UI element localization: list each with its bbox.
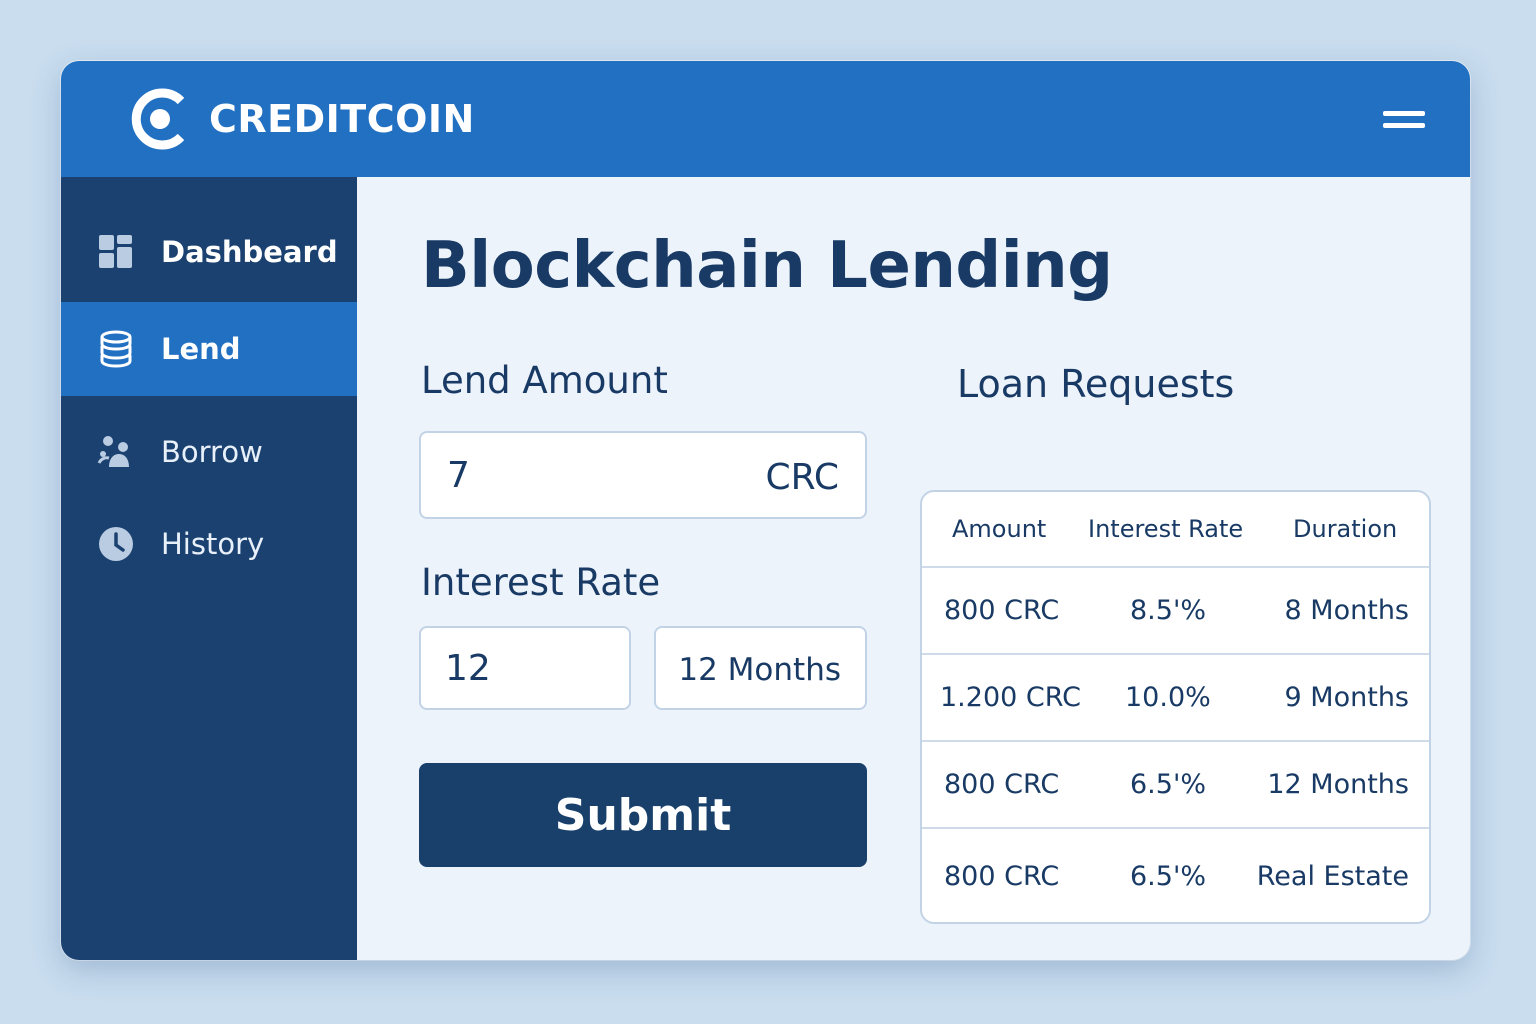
sidebar-item-label: History (161, 527, 265, 561)
sidebar-item-label: Lend (161, 332, 241, 366)
cell-interest-rate: 8.5'% (1130, 595, 1207, 626)
cell-amount: 1.200 CRC (940, 682, 1081, 713)
interest-rate-label: Interest Rate (421, 561, 661, 604)
lend-amount-value: 7 (447, 455, 470, 496)
cell-amount: 800 CRC (944, 861, 1060, 892)
main-content: Blockchain Lending Lend Amount 7 CRC Int… (357, 177, 1470, 960)
table-row[interactable]: 800 CRC 6.5'% Real Estate (922, 829, 1429, 922)
table-row[interactable]: 1.200 CRC 10.0% 9 Months (922, 655, 1429, 742)
page-title: Blockchain Lending (421, 229, 1113, 303)
interest-rate-value: 12 (445, 648, 491, 689)
column-header-interest-rate: Interest Rate (1088, 515, 1244, 543)
coin-stack-icon (100, 330, 132, 368)
top-header: CREDITCOIN (61, 61, 1470, 177)
people-icon (97, 436, 129, 467)
cell-duration: Real Estate (1256, 861, 1409, 892)
cell-interest-rate: 10.0% (1125, 682, 1211, 713)
cell-amount: 800 CRC (944, 595, 1060, 626)
cell-interest-rate: 6.5'% (1130, 861, 1207, 892)
clock-icon (99, 527, 133, 561)
sidebar-item-dashboard[interactable]: Dashbeard (61, 205, 357, 299)
dashboard-grid-icon (99, 235, 132, 268)
currency-unit: CRC (765, 457, 840, 498)
duration-select[interactable]: 12 Months (654, 626, 867, 710)
cell-duration: 8 Months (1284, 595, 1409, 626)
column-header-amount: Amount (952, 515, 1047, 543)
loan-requests-table: Amount Interest Rate Duration 800 CRC 8.… (920, 490, 1431, 924)
loan-requests-title: Loan Requests (957, 362, 1235, 406)
table-row[interactable]: 800 CRC 8.5'% 8 Months (922, 568, 1429, 655)
brand-name: CREDITCOIN (209, 97, 475, 141)
cell-duration: 9 Months (1284, 682, 1409, 713)
interest-rate-input[interactable]: 12 (419, 626, 631, 710)
lend-amount-label: Lend Amount (421, 359, 668, 402)
duration-value: 12 Months (678, 652, 841, 688)
sidebar-item-label: Dashbeard (161, 235, 338, 269)
app-window: CREDITCOIN Dashbeard Lend Borrow History… (61, 61, 1470, 960)
sidebar-item-history[interactable]: History (61, 497, 357, 591)
cell-amount: 800 CRC (944, 769, 1060, 800)
submit-button[interactable]: Submit (419, 763, 867, 867)
sidebar-item-label: Borrow (161, 435, 263, 469)
cell-interest-rate: 6.5'% (1130, 769, 1207, 800)
sidebar: Dashbeard Lend Borrow History (61, 177, 357, 960)
sidebar-item-lend[interactable]: Lend (61, 302, 357, 396)
hamburger-menu-icon[interactable] (1379, 109, 1427, 133)
creditcoin-logo-icon (131, 88, 185, 150)
cell-duration: 12 Months (1267, 769, 1409, 800)
lend-amount-input[interactable]: 7 CRC (419, 431, 867, 519)
column-header-duration: Duration (1293, 515, 1398, 543)
sidebar-item-borrow[interactable]: Borrow (61, 405, 357, 499)
table-row[interactable]: 800 CRC 6.5'% 12 Months (922, 742, 1429, 829)
table-header-row: Amount Interest Rate Duration (922, 492, 1429, 568)
